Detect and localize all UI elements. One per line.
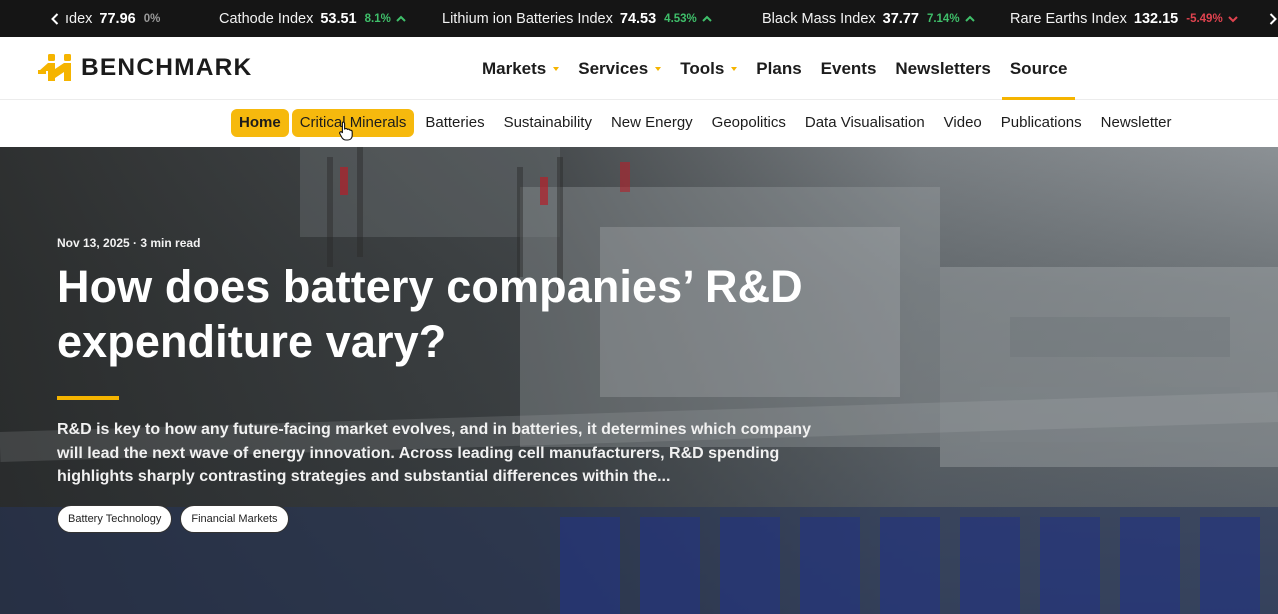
ticker-change: -5.49% xyxy=(1186,12,1223,25)
hero-background-image xyxy=(0,147,1278,614)
nav-label: Newsletters xyxy=(895,58,991,78)
ticker-value: 37.77 xyxy=(882,10,919,27)
ticker-name: Black Mass Index xyxy=(762,10,876,27)
hero-banner[interactable]: Nov 13, 2025 · 3 min read How does batte… xyxy=(0,147,1278,614)
market-ticker: ıdex 77.96 0% Cathode Index 53.51 8.1% L… xyxy=(0,0,1278,37)
logo-text: BENCHMARK xyxy=(81,54,253,81)
nav-label: Source xyxy=(1009,58,1068,78)
caret-down-icon xyxy=(655,66,662,71)
subnav-newsletter[interactable]: Newsletter xyxy=(1093,109,1180,137)
tag-battery-technology[interactable]: Battery Technology xyxy=(57,505,173,533)
ticker-name: Rare Earths Index xyxy=(1010,10,1127,27)
subnav-sustainability[interactable]: Sustainability xyxy=(496,109,600,137)
ticker-item[interactable]: Lithium ion Batteries Index 74.53 4.53% xyxy=(442,0,712,37)
ticker-item[interactable]: Black Mass Index 37.77 7.14% xyxy=(762,0,975,37)
nav-label: Plans xyxy=(756,58,802,78)
ticker-value: 53.51 xyxy=(320,10,357,27)
ticker-item[interactable]: Cathode Index 53.51 8.1% xyxy=(219,0,406,37)
ticker-value: 77.96 xyxy=(99,10,136,27)
subnav-data-visualisation[interactable]: Data Visualisation xyxy=(797,109,933,137)
ticker-change: 7.14% xyxy=(926,12,960,25)
main-nav: Markets Services Tools Plans Events News… xyxy=(482,37,1086,100)
nav-label: Events xyxy=(820,58,877,78)
site-header: BENCHMARK Markets Services Tools Plans E… xyxy=(0,37,1278,100)
nav-newsletters[interactable]: Newsletters xyxy=(895,37,990,100)
ticker-change: 8.1% xyxy=(364,12,391,25)
ticker-item[interactable]: Rare Earths Index 132.15 -5.49% xyxy=(1010,0,1238,37)
ticker-track: ıdex 77.96 0% Cathode Index 53.51 8.1% L… xyxy=(63,0,1253,37)
arrow-up-icon xyxy=(702,15,712,22)
benchmark-logo-icon xyxy=(38,54,71,81)
tag-financial-markets[interactable]: Financial Markets xyxy=(180,505,289,533)
ticker-change: 4.53% xyxy=(664,12,697,25)
subnav-critical-minerals[interactable]: Critical Minerals xyxy=(291,109,415,137)
caret-down-icon xyxy=(553,66,560,71)
article-summary: R&D is key to how any future-facing mark… xyxy=(57,421,811,485)
nav-events[interactable]: Events xyxy=(821,37,877,100)
arrow-up-icon xyxy=(396,15,406,22)
nav-markets[interactable]: Markets xyxy=(482,37,560,100)
subnav-new-energy[interactable]: New Energy xyxy=(603,109,701,137)
sub-nav: Home Critical Minerals Batteries Sustain… xyxy=(0,100,1278,147)
nav-label: Tools xyxy=(680,58,725,78)
benchmark-logo[interactable]: BENCHMARK xyxy=(38,47,252,89)
ticker-item[interactable]: ıdex 77.96 0% xyxy=(65,0,160,37)
arrow-up-icon xyxy=(964,15,975,22)
caret-down-icon xyxy=(731,66,738,71)
nav-label: Services xyxy=(578,58,649,78)
ticker-name: ıdex xyxy=(65,10,93,27)
nav-tools[interactable]: Tools xyxy=(680,37,738,100)
nav-label: Markets xyxy=(482,58,547,78)
nav-plans[interactable]: Plans xyxy=(756,37,801,100)
nav-source[interactable]: Source xyxy=(1001,37,1076,100)
ticker-value: 132.15 xyxy=(1133,10,1179,27)
title-underline xyxy=(57,396,119,400)
chevron-right-icon[interactable] xyxy=(1262,0,1278,37)
ticker-name: Cathode Index xyxy=(219,10,314,27)
subnav-home[interactable]: Home xyxy=(231,109,289,137)
ticker-value: 74.53 xyxy=(619,10,657,27)
arrow-down-icon xyxy=(1227,15,1238,22)
subnav-geopolitics[interactable]: Geopolitics xyxy=(704,109,794,137)
subnav-batteries[interactable]: Batteries xyxy=(417,109,492,137)
ticker-change: 0% xyxy=(143,12,161,25)
subnav-publications[interactable]: Publications xyxy=(993,109,1090,137)
article-title[interactable]: How does battery companies’ R&D expendit… xyxy=(57,259,857,369)
subnav-video[interactable]: Video xyxy=(936,109,990,137)
ticker-name: Lithium ion Batteries Index xyxy=(442,10,613,27)
article-date: Nov 13, 2025 · 3 min read xyxy=(57,236,201,250)
tag-list: Battery Technology Financial Markets xyxy=(57,505,297,533)
nav-services[interactable]: Services xyxy=(578,37,662,100)
